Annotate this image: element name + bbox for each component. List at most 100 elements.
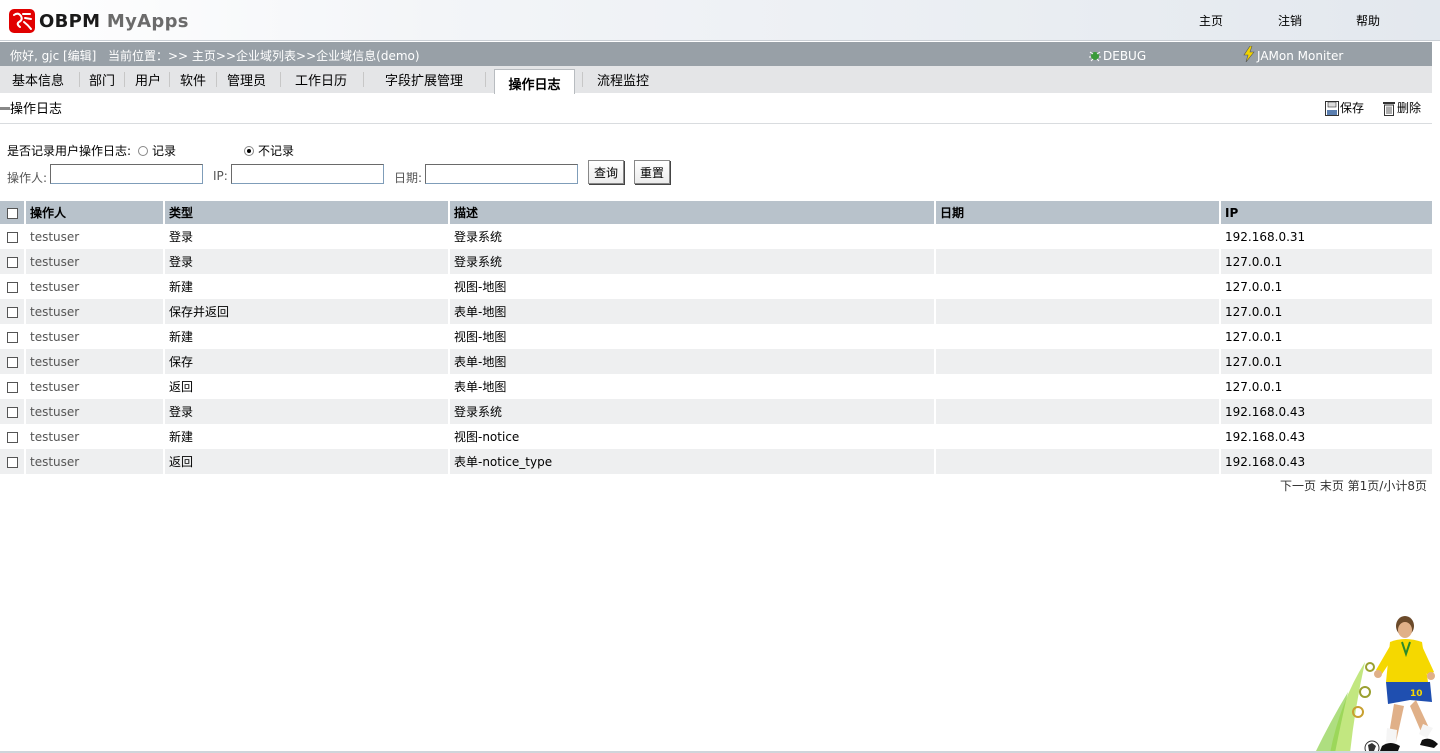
cell-description: 视图-地图 xyxy=(450,324,936,349)
cell-date xyxy=(936,349,1221,374)
cell-description: 登录系统 xyxy=(450,224,936,249)
cell-operator: testuser xyxy=(26,249,165,274)
cell-description: 表单-notice_type xyxy=(450,449,936,474)
tab-field-extension[interactable]: 字段扩展管理 xyxy=(385,70,463,89)
row-checkbox-cell xyxy=(0,274,26,299)
tab-users[interactable]: 用户 xyxy=(135,70,161,89)
operation-log-table: 操作人 类型 描述 日期 IP testuser 登录 登录系统 192.168.0.… xyxy=(0,201,1432,474)
table-row[interactable]: testuser 登录 登录系统 192.168.0.43 xyxy=(0,399,1432,424)
table-row[interactable]: testuser 登录 登录系统 127.0.0.1 xyxy=(0,249,1432,274)
pagination: 下一页 末页 第1页/小计8页 xyxy=(1280,477,1427,494)
cell-type: 保存 xyxy=(165,349,450,374)
cell-date xyxy=(936,274,1221,299)
app-header: OBPM MyApps 主页 注销 帮助 xyxy=(0,0,1440,41)
nav-help-link[interactable]: 帮助 xyxy=(1356,12,1380,29)
tab-operation-log[interactable]: 操作日志 xyxy=(494,69,575,94)
row-checkbox[interactable] xyxy=(7,456,18,468)
record-radio[interactable]: 记录 xyxy=(138,142,176,159)
nav-logout-link[interactable]: 注销 xyxy=(1278,12,1302,29)
row-checkbox-cell xyxy=(0,324,26,349)
delete-button[interactable]: 删除 xyxy=(1382,99,1421,116)
row-checkbox[interactable] xyxy=(7,331,18,343)
row-checkbox-cell xyxy=(0,399,26,424)
cell-operator: testuser xyxy=(26,374,165,399)
tab-separator xyxy=(169,72,170,87)
record-radio-button[interactable] xyxy=(138,145,148,156)
row-checkbox[interactable] xyxy=(7,406,18,418)
pager-last-link[interactable]: 末页 xyxy=(1320,479,1344,493)
select-all-checkbox[interactable] xyxy=(7,207,18,219)
cell-ip: 127.0.0.1 xyxy=(1221,299,1432,324)
row-checkbox-cell xyxy=(0,424,26,449)
table-row[interactable]: testuser 保存并返回 表单-地图 127.0.0.1 xyxy=(0,299,1432,324)
table-row[interactable]: testuser 返回 表单-notice_type 192.168.0.43 xyxy=(0,449,1432,474)
cell-date xyxy=(936,299,1221,324)
row-checkbox[interactable] xyxy=(7,256,18,268)
cell-description: 登录系统 xyxy=(450,399,936,424)
cell-operator: testuser xyxy=(26,299,165,324)
cell-date xyxy=(936,324,1221,349)
table-row[interactable]: testuser 保存 表单-地图 127.0.0.1 xyxy=(0,349,1432,374)
jamon-label: JAMon Moniter xyxy=(1257,49,1344,63)
nav-home-link[interactable]: 主页 xyxy=(1199,12,1223,29)
table-row[interactable]: testuser 新建 视图-notice 192.168.0.43 xyxy=(0,424,1432,449)
logo-seal-icon xyxy=(9,9,35,33)
delete-label: 删除 xyxy=(1397,101,1422,115)
record-setting-row: 是否记录用户操作日志: xyxy=(7,142,131,159)
table-row[interactable]: testuser 返回 表单-地图 127.0.0.1 xyxy=(0,374,1432,399)
row-checkbox[interactable] xyxy=(7,381,18,393)
cell-ip: 127.0.0.1 xyxy=(1221,274,1432,299)
cell-date xyxy=(936,374,1221,399)
floppy-icon xyxy=(1325,101,1339,116)
row-checkbox[interactable] xyxy=(7,431,18,443)
app-name-primary: OBPM xyxy=(39,10,101,32)
bug-icon xyxy=(1089,51,1101,61)
tab-software[interactable]: 软件 xyxy=(180,70,206,89)
tab-bar: 基本信息 部门 用户 软件 管理员 工作日历 字段扩展管理 操作日志 流程监控 xyxy=(0,66,1432,94)
cell-ip: 127.0.0.1 xyxy=(1221,374,1432,399)
table-row[interactable]: testuser 登录 登录系统 192.168.0.31 xyxy=(0,224,1432,249)
col-header-description[interactable]: 描述 xyxy=(450,201,936,224)
table-row[interactable]: testuser 新建 视图-地图 127.0.0.1 xyxy=(0,274,1432,299)
date-input[interactable] xyxy=(425,164,578,184)
norecord-radio-button[interactable] xyxy=(244,145,254,156)
cell-description: 表单-地图 xyxy=(450,374,936,399)
debug-label: DEBUG xyxy=(1103,49,1147,63)
col-header-type[interactable]: 类型 xyxy=(165,201,450,224)
reset-button[interactable]: 重置 xyxy=(634,160,670,184)
cell-ip: 127.0.0.1 xyxy=(1221,249,1432,274)
query-button[interactable]: 查询 xyxy=(588,160,624,184)
jamon-link[interactable]: JAMon Moniter xyxy=(1242,44,1343,63)
row-checkbox-cell xyxy=(0,224,26,249)
row-checkbox[interactable] xyxy=(7,356,18,368)
row-checkbox[interactable] xyxy=(7,306,18,318)
user-greeting[interactable]: 你好, gjc [编辑] xyxy=(10,47,96,64)
debug-link[interactable]: DEBUG xyxy=(1088,46,1146,63)
app-name: OBPM MyApps xyxy=(39,11,189,32)
col-header-ip[interactable]: IP xyxy=(1221,201,1432,224)
save-button[interactable]: 保存 xyxy=(1325,99,1364,116)
tab-basic-info[interactable]: 基本信息 xyxy=(12,70,64,89)
footballer-mascot-image: 10 xyxy=(1315,616,1438,753)
tab-separator xyxy=(124,72,125,87)
cell-type: 保存并返回 xyxy=(165,299,450,324)
tab-process-monitor[interactable]: 流程监控 xyxy=(597,70,649,89)
cell-operator: testuser xyxy=(26,349,165,374)
row-checkbox[interactable] xyxy=(7,231,18,243)
tab-admins[interactable]: 管理员 xyxy=(227,70,266,89)
tab-work-calendar[interactable]: 工作日历 xyxy=(295,70,347,89)
record-question-label: 是否记录用户操作日志: xyxy=(7,144,132,158)
tab-departments[interactable]: 部门 xyxy=(89,70,115,89)
ip-input[interactable] xyxy=(231,164,384,184)
norecord-radio[interactable]: 不记录 xyxy=(244,142,294,159)
cell-ip: 192.168.0.43 xyxy=(1221,399,1432,424)
app-logo: OBPM MyApps xyxy=(8,8,189,34)
table-row[interactable]: testuser 新建 视图-地图 127.0.0.1 xyxy=(0,324,1432,349)
row-checkbox-cell xyxy=(0,349,26,374)
table-body: testuser 登录 登录系统 192.168.0.31 testuser 登录 登录系统… xyxy=(0,224,1432,474)
row-checkbox[interactable] xyxy=(7,281,18,293)
operator-input[interactable] xyxy=(50,164,203,184)
col-header-date[interactable]: 日期 xyxy=(936,201,1221,224)
pager-next-link[interactable]: 下一页 xyxy=(1280,479,1316,493)
col-header-operator[interactable]: 操作人 xyxy=(26,201,165,224)
